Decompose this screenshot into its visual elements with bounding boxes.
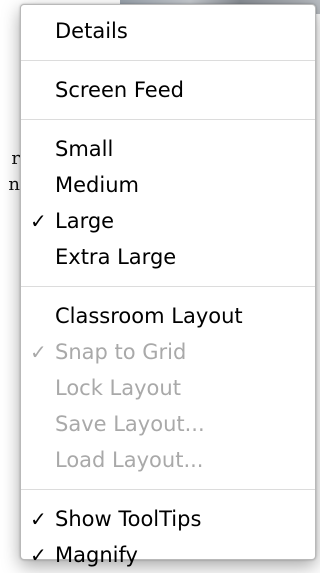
menu-item-save-layout: Save Layout... — [21, 406, 315, 442]
checkmark-icon: ✓ — [30, 209, 47, 233]
menu-separator — [21, 60, 315, 61]
menu-item-large[interactable]: ✓ Large — [21, 203, 315, 239]
menu-item-snap-to-grid: ✓ Snap to Grid — [21, 334, 315, 370]
menu-item-label: Lock Layout — [55, 376, 181, 400]
menu-item-label: Large — [55, 209, 115, 233]
menu-item-label: Load Layout... — [55, 448, 204, 472]
menu-item-label: Classroom Layout — [55, 304, 243, 328]
checkmark-icon: ✓ — [30, 543, 47, 567]
menu-item-magnify[interactable]: ✓ Magnify — [21, 537, 315, 573]
menu-item-label: Medium — [55, 173, 139, 197]
menu-separator — [21, 119, 315, 120]
checkmark-icon: ✓ — [30, 340, 47, 364]
menu-item-label: Details — [55, 19, 128, 43]
menu-item-show-tooltips[interactable]: ✓ Show ToolTips — [21, 501, 315, 537]
menu-item-label: Show ToolTips — [55, 507, 202, 531]
menu-item-load-layout: Load Layout... — [21, 442, 315, 478]
menu-item-label: Snap to Grid — [55, 340, 187, 364]
menu-item-lock-layout: Lock Layout — [21, 370, 315, 406]
menu-item-label: Save Layout... — [55, 412, 205, 436]
menu-item-medium[interactable]: Medium — [21, 167, 315, 203]
menu-separator — [21, 286, 315, 287]
menu-item-label: Small — [55, 137, 114, 161]
menu-separator — [21, 489, 315, 490]
menu-item-classroom-layout[interactable]: Classroom Layout — [21, 298, 315, 334]
checkmark-icon: ✓ — [30, 507, 47, 531]
menu-item-label: Extra Large — [55, 245, 177, 269]
menu-item-label: Magnify — [55, 543, 138, 567]
background-partial-text: n — [8, 174, 20, 195]
context-menu: Details Screen Feed Small Medium ✓ Large… — [20, 4, 316, 567]
menu-item-extra-large[interactable]: Extra Large — [21, 239, 315, 275]
menu-item-details[interactable]: Details — [21, 13, 315, 49]
menu-item-screen-feed[interactable]: Screen Feed — [21, 72, 315, 108]
background-partial-text: r — [11, 148, 20, 169]
menu-item-label: Screen Feed — [55, 78, 184, 102]
menu-item-small[interactable]: Small — [21, 131, 315, 167]
